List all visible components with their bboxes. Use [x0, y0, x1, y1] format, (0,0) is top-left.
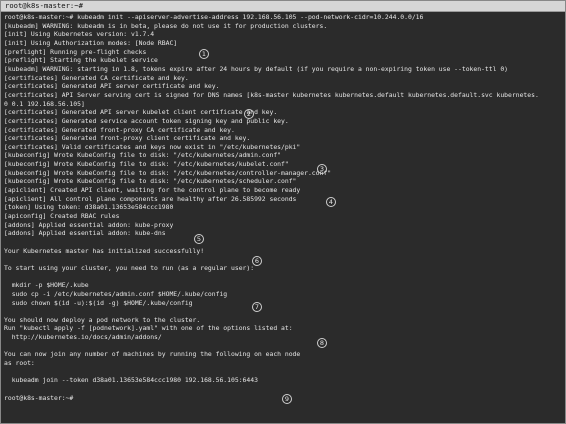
- terminal-line: [certificates] Generated API server cert…: [4, 82, 220, 91]
- terminal-line: Run "kubectl apply -f [podnetwork].yaml"…: [4, 324, 293, 333]
- terminal-line: [certificates] Generated front-proxy cli…: [4, 134, 251, 143]
- terminal-line: [certificates] Generated CA certificate …: [4, 73, 189, 82]
- terminal-line: sudo chown $(id -u):$(id -g) $HOME/.kube…: [4, 298, 193, 307]
- terminal-line-success: Your Kubernetes master has initialized s…: [4, 246, 205, 255]
- terminal-line: [init] Using Authorization modes: [Node …: [4, 39, 178, 47]
- terminal-line: [apiconfig] Created RBAC rules: [4, 212, 120, 220]
- terminal-line: [kubeadm] WARNING: kubeadm is in beta, p…: [4, 21, 328, 30]
- terminal-line: [kubeconfig] Wrote KubeConfig file to di…: [4, 151, 282, 160]
- terminal-line: 0 0.1 192.168.56.105]: [4, 99, 85, 108]
- terminal-prompt[interactable]: root@k8s-master:~#: [4, 394, 73, 402]
- annotation-marker-7: 7: [252, 302, 262, 312]
- terminal-line: [addons] Applied essential addon: kube-d…: [4, 229, 166, 238]
- terminal-line: You should now deploy a pod network to t…: [4, 315, 201, 324]
- terminal-line: [certificates] Generated API server kube…: [4, 108, 278, 117]
- terminal-window: root@k8s-master:~# root@k8s-master:~# ku…: [0, 0, 566, 424]
- terminal-line: [kubeconfig] Wrote KubeConfig file to di…: [4, 177, 297, 186]
- annotation-marker-2: 2: [244, 109, 254, 119]
- terminal-line-join: kubeadm join --token d38a01.13653e584ccc…: [4, 376, 258, 385]
- annotation-marker-4: 4: [326, 197, 336, 207]
- terminal-line: [apiclient] Created API client, waiting …: [4, 186, 301, 194]
- terminal-line: [preflight] Starting the kubelet service: [4, 56, 158, 65]
- annotation-marker-3: 3: [317, 164, 327, 174]
- terminal-line: [addons] Applied essential addon: kube-p…: [4, 220, 174, 229]
- terminal-line: [kubeadm] WARNING: starting in 1.8, toke…: [4, 64, 509, 73]
- annotation-marker-5: 5: [194, 234, 204, 244]
- title-bar: root@k8s-master:~#: [1, 1, 565, 12]
- terminal-line: mkdir -p $HOME/.kube: [4, 281, 89, 290]
- terminal-line: http://kubernetes.io/docs/admin/addons/: [4, 333, 162, 342]
- terminal-line: [certificates] Generated front-proxy CA …: [4, 125, 235, 134]
- annotation-marker-6: 6: [252, 256, 262, 266]
- terminal-line: [kubeconfig] Wrote KubeConfig file to di…: [4, 160, 289, 169]
- terminal-output[interactable]: root@k8s-master:~# kubeadm init --apiser…: [1, 12, 565, 423]
- terminal-line: [kubeconfig] Wrote KubeConfig file to di…: [4, 168, 332, 177]
- terminal-line: You can now join any number of machines …: [4, 350, 301, 359]
- terminal-line: [apiclient] All control plane components…: [4, 194, 297, 203]
- annotation-marker-9: 9: [282, 394, 292, 404]
- terminal-line: To start using your cluster, you need to…: [4, 263, 255, 272]
- terminal-line: [init] Using Kubernetes version: v1.7.4: [4, 30, 155, 39]
- terminal-line: sudo cp -i /etc/kubernetes/admin.conf $H…: [4, 289, 228, 298]
- window-title: root@k8s-master:~#: [5, 1, 83, 10]
- annotation-marker-8: 8: [317, 338, 327, 348]
- terminal-line: [certificates] Valid certificates and ke…: [4, 142, 301, 151]
- annotation-marker-1: 1: [199, 49, 209, 59]
- terminal-line: [certificates] API Server serving cert i…: [4, 90, 539, 99]
- terminal-line: [token] Using token: d38a01.13653e584ccc…: [4, 203, 174, 212]
- terminal-line-command: root@k8s-master:~# kubeadm init --apiser…: [4, 13, 424, 21]
- terminal-line: [preflight] Running pre-flight checks: [4, 47, 147, 56]
- terminal-line: as root:: [4, 359, 35, 367]
